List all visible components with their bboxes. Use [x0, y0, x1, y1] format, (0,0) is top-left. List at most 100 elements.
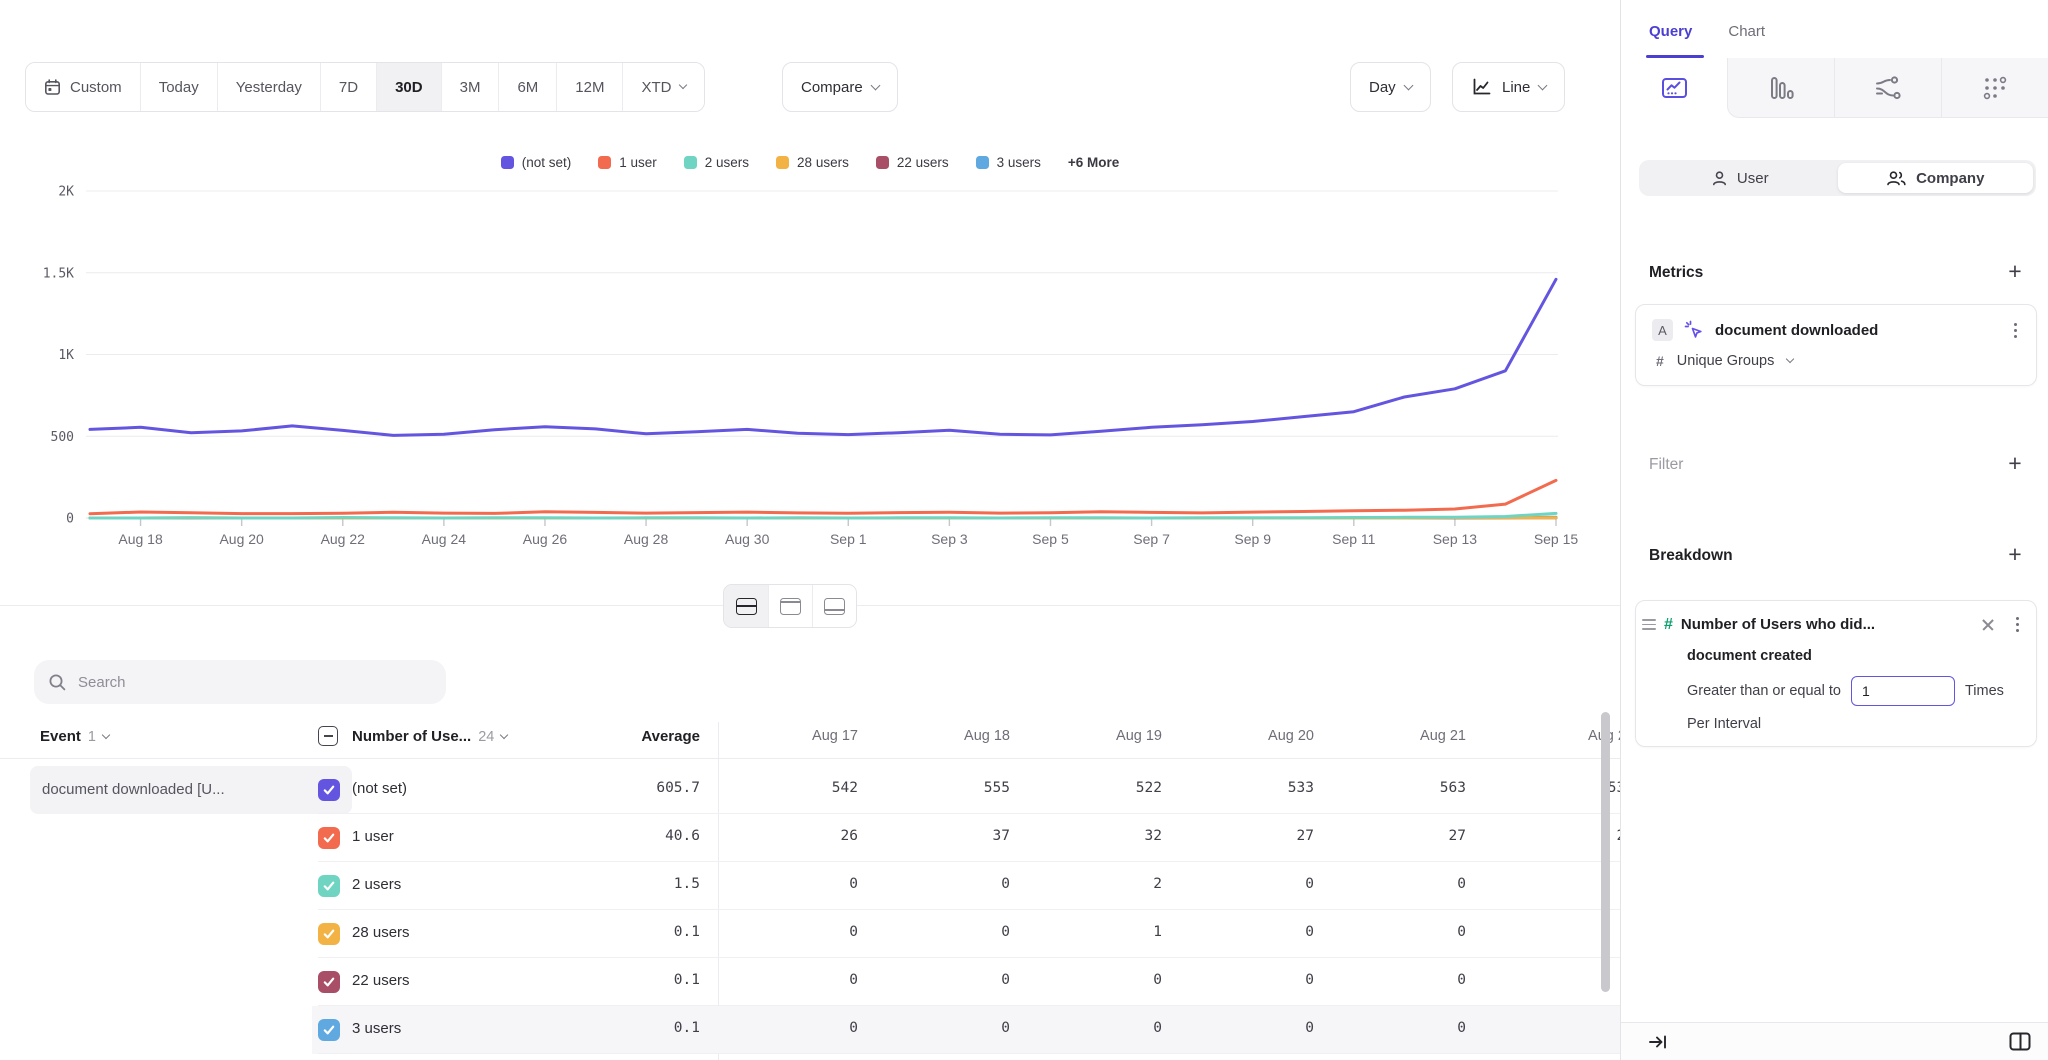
range-label: 12M [575, 79, 604, 96]
chart-type-tabs [1621, 58, 2048, 118]
vertical-scrollbar[interactable] [1601, 712, 1610, 992]
cell-value: 0 [718, 972, 870, 988]
compare-label: Compare [801, 79, 863, 96]
collapse-sidebar-button[interactable] [1647, 1032, 1669, 1052]
series-line--not-set-[interactable] [90, 279, 1556, 435]
condition-label: Greater than or equal to [1687, 683, 1841, 699]
filter-heading: Filter [1649, 456, 1683, 474]
cell-value: 32 [1022, 828, 1174, 844]
range-12m[interactable]: 12M [556, 63, 622, 111]
cell-value: 0 [718, 876, 870, 892]
x-axis-label: Aug 22 [321, 531, 366, 547]
times-threshold-input[interactable] [1851, 676, 1955, 706]
table-row: (not set)605.7542555522533563536 [0, 766, 1620, 814]
range-label: 30D [395, 79, 423, 96]
average-value: 1.5 [500, 876, 700, 892]
breakdown-card[interactable]: # Number of Users who did... document cr… [1635, 600, 2037, 747]
cell-value: 0 [1326, 1020, 1478, 1036]
cell-value: 0 [718, 924, 870, 940]
interval-button[interactable]: Day [1350, 62, 1431, 112]
cell-value: 0 [1174, 972, 1326, 988]
hash-icon: # [1656, 353, 1664, 369]
series-checkbox[interactable] [318, 1019, 340, 1041]
kebab-menu-icon[interactable] [2008, 321, 2022, 340]
range-label: 6M [517, 79, 538, 96]
add-metric-button[interactable]: + [2002, 258, 2028, 284]
event-column-header[interactable]: Event 1 [40, 728, 109, 745]
series-checkbox[interactable] [318, 923, 340, 945]
measure-selector[interactable]: # Unique Groups [1636, 347, 2036, 385]
x-axis-label: Sep 7 [1133, 531, 1170, 547]
cell-value: 0 [1022, 972, 1174, 988]
chart-type-more-charts[interactable] [1941, 58, 2048, 118]
range-6m[interactable]: 6M [498, 63, 556, 111]
chart-panel: Custom TodayYesterday7D 30D 3M 6M 12M XTD Comp… [0, 0, 1620, 1060]
cell-value: 0 [1494, 1020, 1620, 1036]
compare-button[interactable]: Compare [782, 62, 898, 112]
calendar-icon [44, 79, 61, 96]
add-breakdown-button[interactable]: + [2002, 541, 2028, 567]
date-column-header: Aug 21 [1326, 728, 1478, 744]
select-all-checkbox[interactable] [318, 726, 338, 746]
cell-value: 26 [718, 828, 870, 844]
drag-handle-icon[interactable] [1642, 619, 1656, 630]
table-row: 28 users0.1001000 [0, 910, 1620, 958]
metric-column-header[interactable]: Number of Use... 24 [352, 728, 507, 745]
cell-value: 542 [718, 780, 870, 796]
series-line-1-user[interactable] [90, 480, 1556, 513]
metric-card[interactable]: A document downloaded # Unique Groups [1635, 304, 2037, 386]
range-7d[interactable]: 7D [320, 63, 376, 111]
search-input[interactable] [78, 674, 432, 691]
scope-company-label: Company [1916, 170, 1984, 187]
cell-value: 0 [870, 876, 1022, 892]
cell-value: 0 [870, 972, 1022, 988]
range-label: Custom [70, 79, 122, 96]
range-30d[interactable]: 30D [376, 63, 441, 111]
series-checkbox[interactable] [318, 971, 340, 993]
scope-company[interactable]: Company [1838, 163, 2034, 193]
panel-toggle-button[interactable] [2008, 1031, 2032, 1052]
layout-chart-only-button[interactable] [768, 585, 812, 627]
chart-type-line-chart[interactable] [1621, 58, 1727, 118]
series-checkbox[interactable] [318, 827, 340, 849]
sidebar-footer [1621, 1022, 2048, 1060]
series-table: (not set)605.75425555225335635361 user40… [0, 766, 1620, 1054]
kebab-menu-icon[interactable] [2010, 615, 2024, 634]
range-yesterday[interactable]: Yesterday [217, 63, 320, 111]
chart-type-flow-chart[interactable] [1834, 58, 1941, 118]
layout-table-only-button[interactable] [812, 585, 856, 627]
cell-value: 555 [870, 780, 1022, 796]
add-filter-button[interactable]: + [2002, 450, 2028, 476]
series-checkbox[interactable] [318, 875, 340, 897]
chevron-down-icon [1538, 80, 1548, 90]
range-today[interactable]: Today [140, 63, 217, 111]
date-column-header: Aug 19 [1022, 728, 1174, 744]
sidebar-tabs: Query Chart [1621, 0, 2048, 58]
metric-card-row: A document downloaded [1636, 305, 2036, 347]
query-sidebar: Query Chart User [1620, 0, 2048, 1060]
chart-type-bar-chart[interactable] [1727, 58, 1834, 118]
chevron-down-icon [1403, 80, 1413, 90]
table-row: 22 users0.1000000 [0, 958, 1620, 1006]
tab-chart[interactable]: Chart [1728, 19, 1765, 40]
average-value: 0.1 [500, 972, 700, 988]
layout-split-view-button[interactable] [724, 585, 768, 627]
range-xtd[interactable]: XTD [622, 63, 704, 111]
close-icon[interactable] [1980, 617, 1996, 633]
tab-query[interactable]: Query [1649, 19, 1692, 40]
average-value: 40.6 [500, 828, 700, 844]
breakdown-event-name[interactable]: document created [1636, 638, 2036, 666]
line-chart[interactable]: 05001K1.5K2KAug 18Aug 20Aug 22Aug 24Aug … [0, 136, 1620, 576]
cell-value: 0 [1326, 876, 1478, 892]
more-charts-icon [1982, 75, 2008, 101]
range-3m[interactable]: 3M [441, 63, 499, 111]
range-custom[interactable]: Custom [26, 63, 140, 111]
line-chart-icon [1661, 76, 1688, 100]
series-checkbox[interactable] [318, 779, 340, 801]
x-axis-label: Sep 1 [830, 531, 867, 547]
chart-type-button[interactable]: Line [1452, 62, 1565, 112]
cell-value: 533 [1174, 780, 1326, 796]
scope-user[interactable]: User [1642, 163, 1838, 193]
x-axis-label: Aug 24 [422, 531, 467, 547]
breakdown-card-row: # Number of Users who did... [1636, 601, 2036, 638]
